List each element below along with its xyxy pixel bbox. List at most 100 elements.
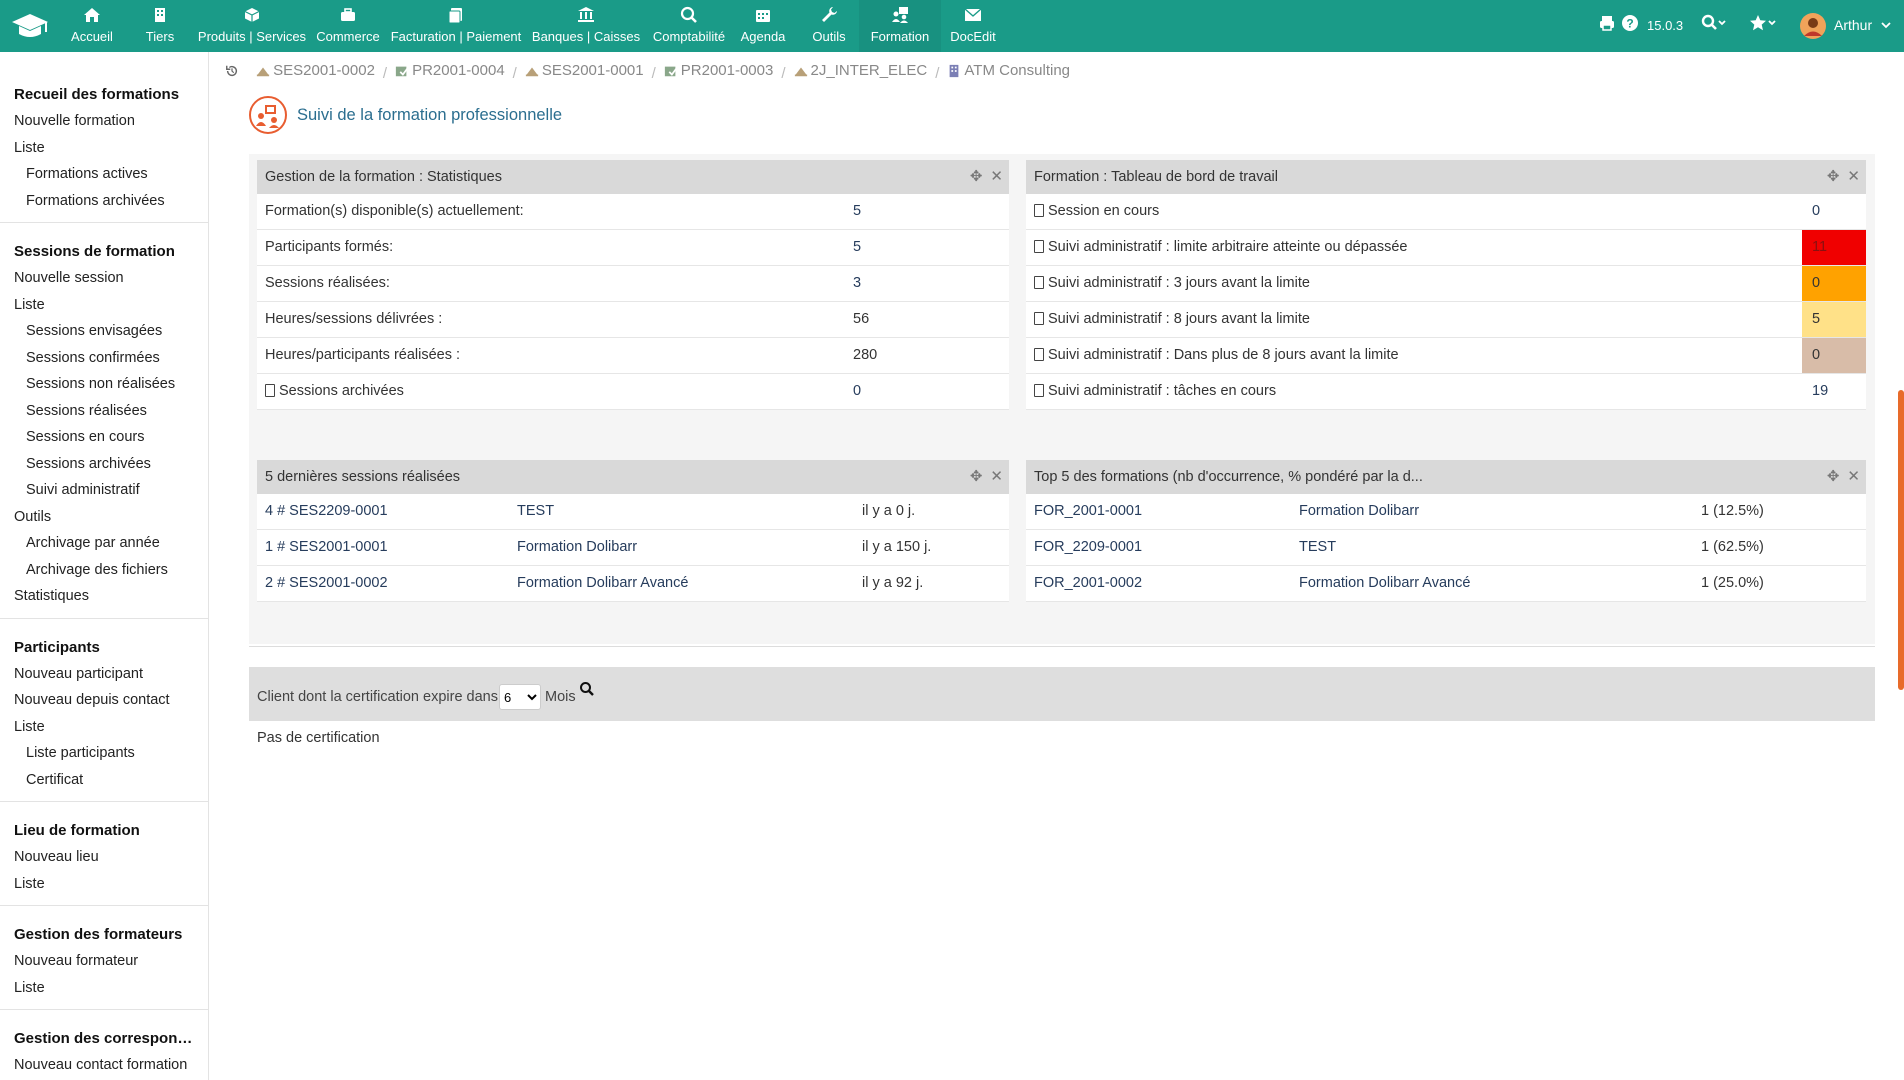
sidebar-item[interactable]: Archivage des fichiers [0, 557, 208, 584]
dashboard-row[interactable]: Suivi administratif : tâches en cours 19 [1026, 374, 1866, 410]
sidebar-section-title[interactable]: Lieu de formation [0, 818, 208, 844]
search-icon[interactable] [579, 681, 595, 697]
sidebar-section-title[interactable]: Sessions de formation [0, 239, 208, 265]
training-ref-link[interactable]: FOR_2001-0002 [1034, 566, 1142, 601]
training-name-link[interactable]: TEST [1299, 530, 1336, 565]
search-menu-icon[interactable] [1700, 14, 1728, 35]
nav-item-docedit[interactable]: DocEdit [942, 0, 1004, 52]
nav-item-comptabilité[interactable]: Comptabilité [645, 0, 733, 52]
user-name[interactable]: Arthur [1834, 17, 1872, 33]
move-icon[interactable]: ✥ [970, 468, 983, 485]
close-icon[interactable]: ✕ [990, 168, 1003, 185]
dashboard-count-badge[interactable]: 11 [1802, 230, 1866, 265]
nav-item-produits-services[interactable]: Produits | Services [191, 0, 313, 52]
sidebar-item[interactable]: Liste [0, 975, 208, 1002]
dashboard-count-badge[interactable]: 19 [1802, 374, 1866, 409]
sidebar-section-title[interactable]: Gestion des correspon… [0, 1026, 208, 1052]
scrollbar[interactable] [1898, 390, 1904, 690]
breadcrumb-item[interactable]: 2J_INTER_ELEC [794, 62, 927, 79]
nav-item-facturation-paiement[interactable]: Facturation | Paiement [384, 0, 528, 52]
nav-item-formation[interactable]: Formation [859, 0, 941, 52]
nav-item-banques-caisses[interactable]: Banques | Caisses [526, 0, 646, 52]
breadcrumb-item[interactable]: PR2001-0003 [664, 62, 773, 79]
sidebar-item[interactable]: Nouveau depuis contact [0, 687, 208, 714]
sidebar-item[interactable]: Formations archivées [0, 188, 208, 215]
move-icon[interactable]: ✥ [1827, 168, 1840, 185]
stat-value[interactable]: 0 [853, 374, 861, 409]
sidebar-item[interactable]: Archivage par année [0, 530, 208, 557]
stat-value[interactable]: 5 [853, 230, 861, 265]
sidebar-section-title[interactable]: Participants [0, 635, 208, 661]
help-icon[interactable]: ? [1621, 14, 1639, 35]
sidebar-item[interactable]: Suivi administratif [0, 477, 208, 504]
sidebar-item[interactable]: Sessions archivées [0, 451, 208, 478]
sidebar-item[interactable]: Sessions envisagées [0, 318, 208, 345]
sidebar-item[interactable]: Nouveau formateur [0, 948, 208, 975]
dashboard-count-badge[interactable]: 5 [1802, 302, 1866, 337]
sidebar-item[interactable]: Nouvelle session [0, 265, 208, 292]
dashboard-row[interactable]: Suivi administratif : 3 jours avant la l… [1026, 266, 1866, 302]
sidebar-item[interactable]: Formations actives [0, 161, 208, 188]
training-ref-link[interactable]: FOR_2001-0001 [1034, 494, 1142, 529]
panel-header[interactable]: Formation : Tableau de bord de travail ✥… [1026, 160, 1866, 194]
session-name-link[interactable]: Formation Dolibarr Avancé [517, 566, 688, 601]
session-ref-link[interactable]: 4 # SES2209-0001 [265, 494, 388, 529]
nav-item-outils[interactable]: Outils [804, 0, 854, 52]
sidebar-item[interactable]: Liste participants [0, 740, 208, 767]
nav-item-agenda[interactable]: Agenda [733, 0, 793, 52]
training-name-link[interactable]: Formation Dolibarr [1299, 494, 1419, 529]
sidebar-item[interactable]: Nouveau contact formation [0, 1052, 208, 1079]
dashboard-row[interactable]: Suivi administratif : 8 jours avant la l… [1026, 302, 1866, 338]
dashboard-row[interactable]: Suivi administratif : limite arbitraire … [1026, 230, 1866, 266]
stat-value[interactable]: 5 [853, 194, 861, 229]
dashboard-count-badge[interactable]: 0 [1802, 266, 1866, 301]
dashboard-row[interactable]: Session en cours 0 [1026, 194, 1866, 230]
dashboard-count-badge[interactable]: 0 [1802, 338, 1866, 373]
months-select[interactable]: 6 [499, 684, 541, 710]
breadcrumb-item[interactable]: SES2001-0001 [525, 62, 644, 79]
panel-header[interactable]: Top 5 des formations (nb d'occurrence, %… [1026, 460, 1866, 494]
session-name-link[interactable]: TEST [517, 494, 554, 529]
panel-header[interactable]: 5 dernières sessions réalisées ✥ ✕ [257, 460, 1009, 494]
history-icon[interactable] [225, 64, 242, 78]
breadcrumb-item[interactable]: PR2001-0004 [395, 62, 505, 79]
sidebar-item[interactable]: Outils [0, 504, 208, 531]
sidebar-item[interactable]: Sessions en cours [0, 424, 208, 451]
stat-value[interactable]: 3 [853, 266, 861, 301]
sidebar-item[interactable]: Statistiques [0, 583, 208, 610]
session-name-link[interactable]: Formation Dolibarr [517, 530, 637, 565]
sidebar-item[interactable]: Sessions non réalisées [0, 371, 208, 398]
sidebar-item[interactable]: Nouveau lieu [0, 844, 208, 871]
sidebar-item[interactable]: Certificat [0, 767, 208, 794]
graduation-cap-logo-icon[interactable] [10, 10, 50, 42]
session-ref-link[interactable]: 2 # SES2001-0002 [265, 566, 388, 601]
dashboard-row[interactable]: Suivi administratif : Dans plus de 8 jou… [1026, 338, 1866, 374]
close-icon[interactable]: ✕ [1847, 468, 1860, 485]
breadcrumb-item[interactable]: SES2001-0002 [256, 62, 375, 79]
nav-item-commerce[interactable]: Commerce [309, 0, 387, 52]
close-icon[interactable]: ✕ [990, 468, 1003, 485]
move-icon[interactable]: ✥ [970, 168, 983, 185]
panel-header[interactable]: Gestion de la formation : Statistiques ✥… [257, 160, 1009, 194]
nav-item-tiers[interactable]: Tiers [137, 0, 183, 52]
sidebar-item[interactable]: Nouveau participant [0, 661, 208, 688]
sidebar-item[interactable]: Sessions réalisées [0, 398, 208, 425]
breadcrumb-item[interactable]: ATM Consulting [947, 62, 1070, 79]
chevron-down-icon[interactable] [1880, 16, 1892, 37]
nav-item-accueil[interactable]: Accueil [66, 0, 118, 52]
sidebar-item[interactable]: Liste [0, 714, 208, 741]
sidebar-item[interactable]: Liste [0, 871, 208, 898]
training-name-link[interactable]: Formation Dolibarr Avancé [1299, 566, 1470, 601]
sidebar-section-title[interactable]: Gestion des formateurs [0, 922, 208, 948]
sidebar-item[interactable]: Liste [0, 135, 208, 162]
print-icon[interactable] [1598, 14, 1616, 35]
bookmark-star-icon[interactable] [1748, 14, 1778, 35]
session-ref-link[interactable]: 1 # SES2001-0001 [265, 530, 388, 565]
training-ref-link[interactable]: FOR_2209-0001 [1034, 530, 1142, 565]
close-icon[interactable]: ✕ [1847, 168, 1860, 185]
sidebar-section-title[interactable]: Recueil des formations [0, 82, 208, 108]
sidebar-item[interactable]: Nouvelle formation [0, 108, 208, 135]
dashboard-count-badge[interactable]: 0 [1802, 194, 1866, 229]
sidebar-item[interactable]: Liste [0, 292, 208, 319]
move-icon[interactable]: ✥ [1827, 468, 1840, 485]
